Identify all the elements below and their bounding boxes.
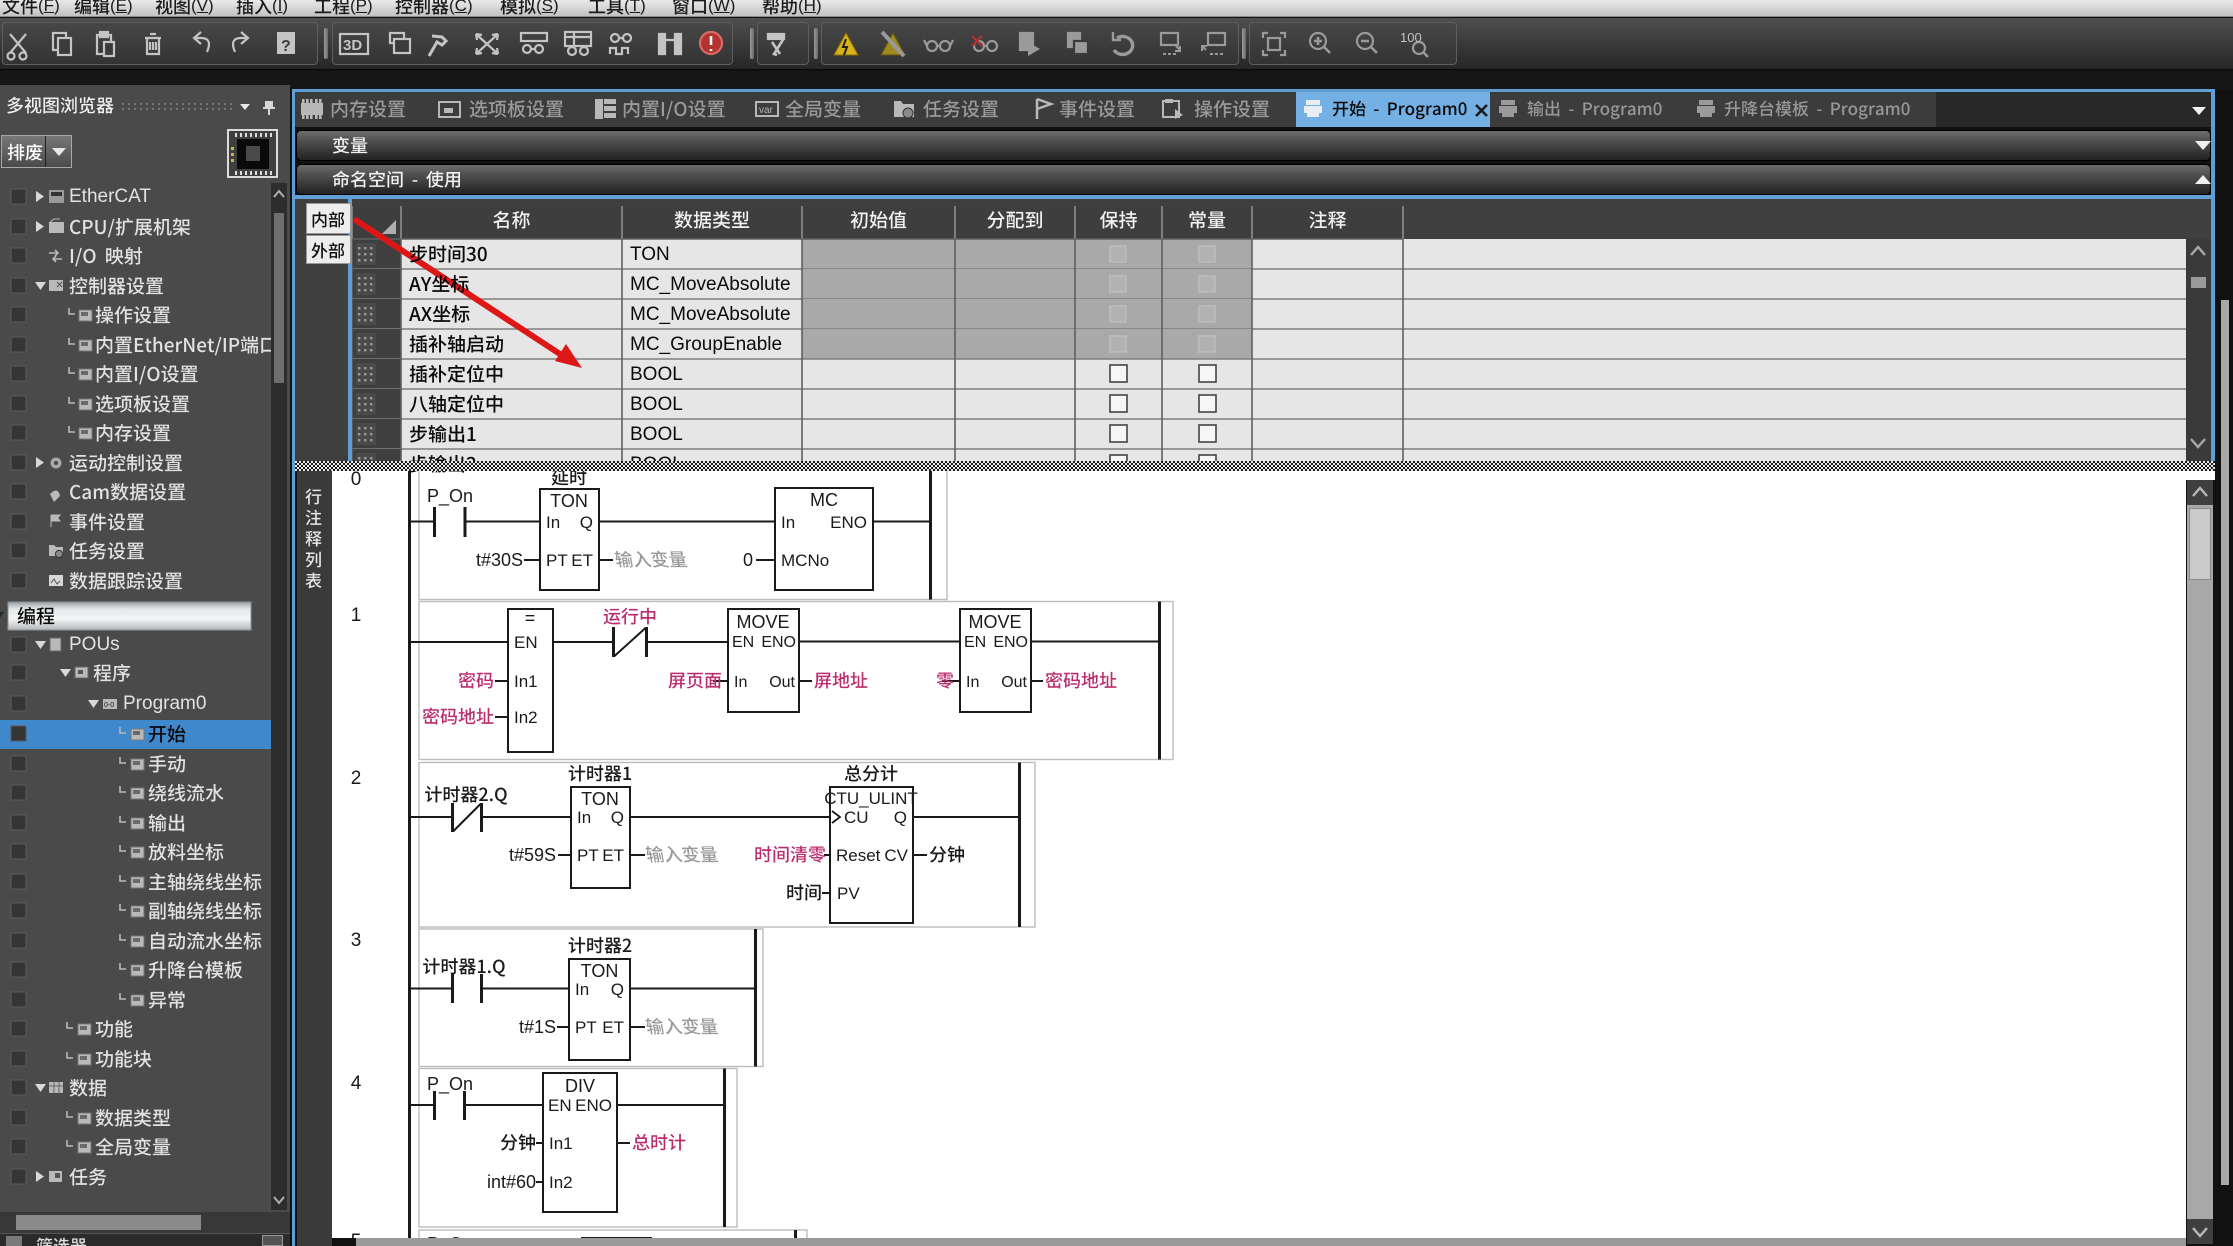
svg-text:ENO: ENO: [993, 634, 1028, 651]
svg-text:In1: In1: [549, 1134, 573, 1153]
svg-text:2: 2: [351, 768, 362, 789]
svg-text:ENO: ENO: [575, 1096, 612, 1115]
svg-text:In: In: [734, 674, 747, 691]
svg-text:MCNo: MCNo: [781, 551, 829, 570]
svg-text:0: 0: [351, 471, 362, 490]
svg-text:Out: Out: [1001, 674, 1027, 691]
svg-text:Q: Q: [611, 808, 624, 827]
svg-text:?: ?: [281, 38, 291, 55]
svg-text:ENO: ENO: [830, 513, 867, 532]
svg-text:DIV: DIV: [565, 1076, 595, 1096]
svg-text:In: In: [575, 980, 589, 999]
svg-text:0: 0: [743, 550, 753, 570]
svg-text:EN: EN: [964, 634, 986, 651]
svg-text:Q: Q: [580, 513, 593, 532]
svg-text:PT: PT: [546, 551, 568, 570]
svg-text:MOVE: MOVE: [736, 612, 789, 632]
svg-text:PV: PV: [837, 884, 860, 903]
svg-text:Out: Out: [769, 674, 795, 691]
svg-text:t#1S: t#1S: [519, 1017, 556, 1037]
svg-text:t#30S: t#30S: [476, 550, 523, 570]
svg-text:TON: TON: [581, 961, 619, 981]
svg-text:MC: MC: [810, 490, 838, 510]
svg-text:0-0: 0-0: [104, 702, 114, 709]
svg-text:TON: TON: [550, 491, 588, 511]
svg-text:EN: EN: [548, 1096, 572, 1115]
svg-text:ENO: ENO: [761, 634, 796, 651]
svg-text:=: =: [525, 608, 536, 628]
svg-text:In2: In2: [514, 708, 538, 727]
svg-text:ET: ET: [571, 551, 593, 570]
svg-text:In: In: [546, 513, 560, 532]
svg-text:1: 1: [351, 605, 362, 626]
svg-text:Reset: Reset: [836, 846, 881, 865]
svg-text:EN: EN: [514, 633, 538, 652]
svg-text:EN: EN: [732, 634, 754, 651]
svg-text:ET: ET: [602, 1018, 624, 1037]
svg-text:100: 100: [1400, 30, 1422, 45]
svg-text:PT: PT: [577, 846, 599, 865]
svg-text:3D: 3D: [343, 37, 362, 54]
svg-text:In1: In1: [514, 672, 538, 691]
svg-text:Q: Q: [894, 808, 907, 827]
svg-text:PT: PT: [575, 1018, 597, 1037]
svg-text:int#60: int#60: [487, 1172, 536, 1192]
svg-text:var: var: [759, 105, 774, 116]
svg-text:Q: Q: [611, 980, 624, 999]
svg-text:In: In: [781, 513, 795, 532]
svg-text:MOVE: MOVE: [968, 612, 1021, 632]
svg-text:ET: ET: [602, 846, 624, 865]
svg-text:In: In: [577, 808, 591, 827]
svg-text:t#59S: t#59S: [509, 845, 556, 865]
svg-text:TON: TON: [581, 789, 619, 809]
svg-text:In2: In2: [549, 1173, 573, 1192]
svg-text:In: In: [966, 674, 979, 691]
svg-text:4: 4: [351, 1073, 362, 1094]
svg-text:CU: CU: [844, 808, 869, 827]
svg-text:3: 3: [351, 930, 362, 951]
svg-text:CTU_ULINT: CTU_ULINT: [824, 789, 918, 808]
svg-text:CV: CV: [884, 846, 908, 865]
svg-text:P_On: P_On: [427, 486, 473, 507]
